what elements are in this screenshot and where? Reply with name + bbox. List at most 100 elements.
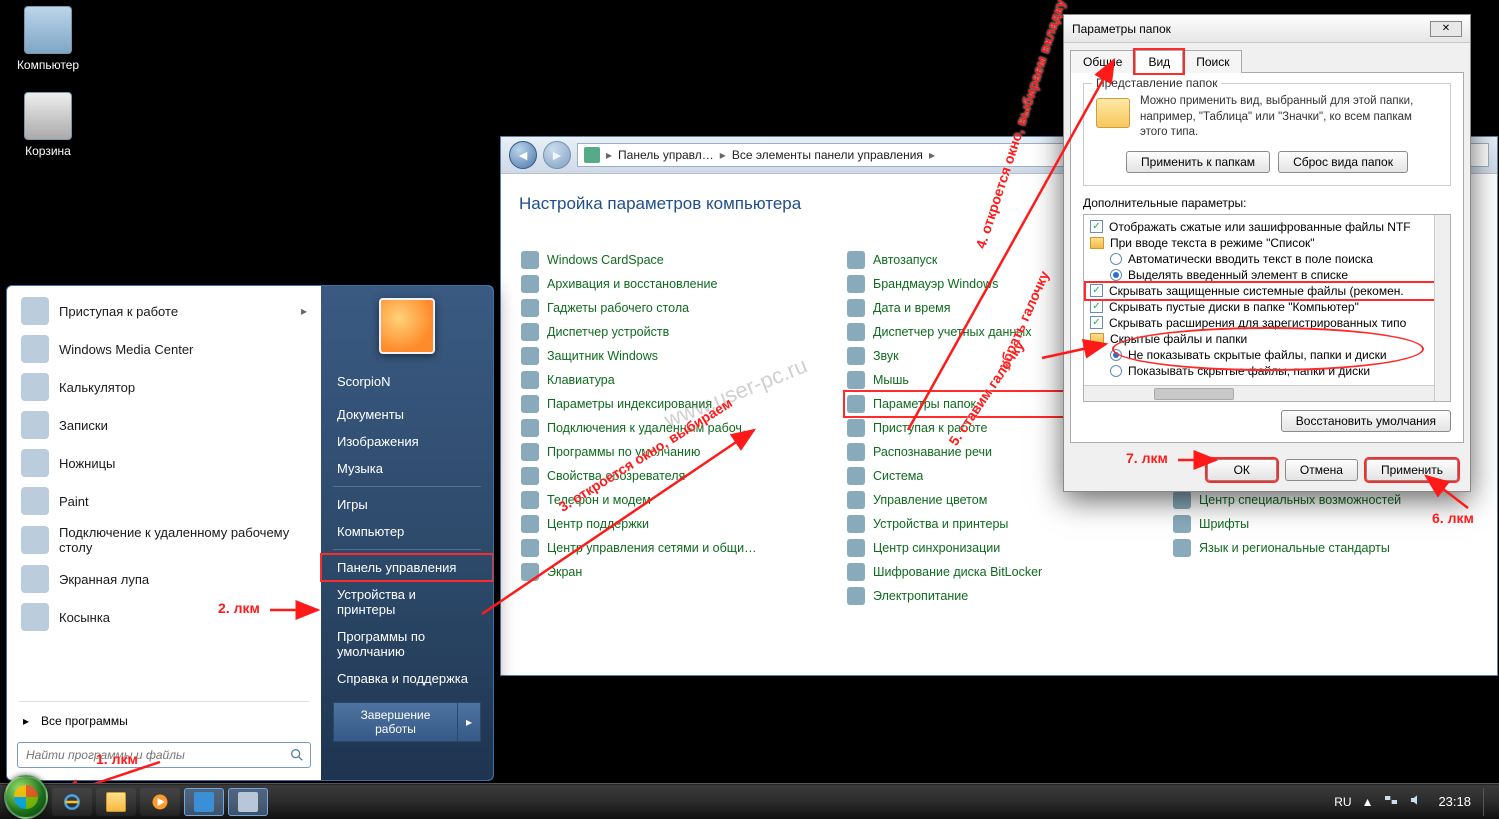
dialog-tab[interactable]: Вид — [1135, 50, 1183, 73]
control-panel-item[interactable]: Параметры индексирования — [519, 392, 827, 416]
control-panel-item[interactable]: Свойства обозревателя — [519, 464, 827, 488]
tray-lang[interactable]: RU — [1334, 795, 1351, 809]
start-menu-item[interactable]: Paint — [11, 482, 317, 520]
cp-item-icon — [521, 299, 539, 317]
tray-volume-icon[interactable] — [1409, 792, 1425, 811]
advanced-setting-row[interactable]: ✓ Скрывать защищенные системные файлы (ре… — [1086, 283, 1448, 299]
advanced-setting-row[interactable]: ✓Скрывать пустые диски в папке "Компьюте… — [1086, 299, 1448, 315]
start-menu-right-item[interactable]: Музыка — [321, 455, 493, 482]
control-panel-item[interactable]: Шрифты — [1171, 512, 1479, 536]
scrollbar-thumb[interactable] — [1154, 388, 1234, 400]
breadcrumb[interactable]: Панель управл… — [618, 148, 714, 162]
control-panel-item[interactable]: Программы по умолчанию — [519, 440, 827, 464]
checkbox[interactable]: ✓ — [1090, 300, 1103, 313]
taskbar-item-explorer[interactable] — [96, 788, 136, 816]
control-panel-item[interactable]: Подключения к удаленным рабоч… — [519, 416, 827, 440]
start-menu-item[interactable]: Экранная лупа — [11, 560, 317, 598]
start-menu-item[interactable]: Калькулятор — [11, 368, 317, 406]
start-menu-right-item[interactable]: Программы по умолчанию — [321, 623, 493, 665]
ok-button[interactable]: ОК — [1207, 459, 1277, 481]
radio[interactable] — [1110, 365, 1122, 377]
desktop-icon-computer[interactable]: Компьютер — [10, 6, 86, 72]
control-panel-item[interactable]: Управление цветом — [845, 488, 1153, 512]
checkbox[interactable]: ✓ — [1090, 316, 1103, 329]
taskbar-item-app[interactable] — [228, 788, 268, 816]
start-menu-right-item[interactable]: Изображения — [321, 428, 493, 455]
start-menu-right-item[interactable]: Справка и поддержка — [321, 665, 493, 692]
user-avatar[interactable] — [379, 298, 435, 354]
advanced-settings-list[interactable]: ✓Отображать сжатые или зашифрованные фай… — [1083, 214, 1451, 402]
control-panel-item[interactable]: Архивация и восстановление — [519, 272, 827, 296]
dialog-tab[interactable]: Поиск — [1183, 50, 1242, 73]
desktop-icon-trash[interactable]: Корзина — [10, 92, 86, 158]
control-panel-item[interactable]: Клавиатура — [519, 368, 827, 392]
apply-button[interactable]: Применить — [1366, 459, 1458, 481]
start-menu-item[interactable]: Записки — [11, 406, 317, 444]
tray-network-icon[interactable] — [1383, 792, 1399, 811]
control-panel-item[interactable]: Экран — [519, 560, 827, 584]
nav-back-button[interactable]: ◄ — [509, 141, 537, 169]
start-menu-right-item[interactable]: Игры — [321, 491, 493, 518]
advanced-setting-row[interactable]: ✓Скрывать расширения для зарегистрирован… — [1086, 315, 1448, 331]
radio[interactable] — [1110, 253, 1122, 265]
apply-to-folders-button[interactable]: Применить к папкам — [1126, 151, 1270, 173]
all-programs-button[interactable]: ▸ Все программы — [11, 706, 317, 736]
control-panel-item[interactable]: Гаджеты рабочего стола — [519, 296, 827, 320]
start-menu-item[interactable]: Ножницы — [11, 444, 317, 482]
start-menu-item[interactable]: Приступая к работе▸ — [11, 292, 317, 330]
folder-icon — [1090, 333, 1104, 345]
shutdown-options-button[interactable]: ▸ — [457, 702, 481, 742]
horizontal-scrollbar[interactable] — [1084, 385, 1434, 401]
close-button[interactable]: ✕ — [1430, 21, 1462, 37]
radio[interactable] — [1110, 349, 1122, 361]
start-menu-item[interactable]: Подключение к удаленному рабочему столу — [11, 520, 317, 560]
start-button[interactable] — [4, 775, 48, 819]
advanced-setting-row[interactable]: Автоматически вводить текст в поле поиск… — [1086, 251, 1448, 267]
vertical-scrollbar[interactable] — [1434, 215, 1450, 401]
control-panel-item[interactable]: Шифрование диска BitLocker — [845, 560, 1153, 584]
control-panel-item[interactable]: Телефон и модем — [519, 488, 827, 512]
tray-clock[interactable]: 23:18 — [1438, 794, 1471, 809]
start-menu-right-item[interactable]: Документы — [321, 401, 493, 428]
radio[interactable] — [1110, 269, 1122, 281]
start-user-name[interactable]: ScorpioN — [321, 368, 493, 395]
tray-flag-icon[interactable]: ▲ — [1362, 795, 1374, 809]
taskbar-item-wmp[interactable] — [140, 788, 180, 816]
control-panel-item[interactable]: Устройства и принтеры — [845, 512, 1153, 536]
taskbar-item-ie[interactable] — [52, 788, 92, 816]
advanced-setting-row[interactable]: Показывать скрытые файлы, папки и диски — [1086, 363, 1448, 379]
checkbox[interactable]: ✓ — [1090, 284, 1103, 297]
start-menu-right-item[interactable]: Панель управления — [321, 554, 493, 581]
start-menu-item[interactable]: Косынка — [11, 598, 317, 636]
cancel-button[interactable]: Отмена — [1285, 459, 1358, 481]
advanced-setting-row[interactable]: При вводе текста в режиме "Список" — [1086, 235, 1448, 251]
taskbar-item-app[interactable] — [184, 788, 224, 816]
start-menu-right-item[interactable]: Компьютер — [321, 518, 493, 545]
advanced-setting-row[interactable]: ✓Отображать сжатые или зашифрованные фай… — [1086, 219, 1448, 235]
checkbox[interactable]: ✓ — [1090, 220, 1103, 233]
start-search-input[interactable] — [17, 742, 311, 768]
control-panel-item[interactable]: Электропитание — [845, 584, 1153, 608]
advanced-setting-row[interactable]: Не показывать скрытые файлы, папки и дис… — [1086, 347, 1448, 363]
start-menu-right-item[interactable]: Устройства и принтеры — [321, 581, 493, 623]
restore-defaults-button[interactable]: Восстановить умолчания — [1281, 410, 1451, 432]
dialog-tab[interactable]: Общие — [1070, 50, 1135, 73]
control-panel-item[interactable]: Центр управления сетями и общи… — [519, 536, 827, 560]
nav-forward-button[interactable]: ► — [543, 141, 571, 169]
reset-folders-view-button[interactable]: Сброс вида папок — [1278, 151, 1408, 173]
control-panel-item[interactable]: Центр синхронизации — [845, 536, 1153, 560]
control-panel-item[interactable]: Диспетчер устройств — [519, 320, 827, 344]
start-menu-item[interactable]: Windows Media Center — [11, 330, 317, 368]
breadcrumb[interactable]: Все элементы панели управления — [732, 148, 923, 162]
control-panel-item[interactable]: Защитник Windows — [519, 344, 827, 368]
advanced-setting-row[interactable]: Скрытые файлы и папки — [1086, 331, 1448, 347]
shutdown-button[interactable]: Завершение работы — [333, 702, 457, 742]
control-panel-item[interactable]: Язык и региональные стандарты — [1171, 536, 1479, 560]
advanced-setting-row[interactable]: Выделять введенный элемент в списке — [1086, 267, 1448, 283]
app-icon — [21, 565, 49, 593]
control-panel-item[interactable]: Центр поддержки — [519, 512, 827, 536]
show-desktop-button[interactable] — [1483, 788, 1491, 816]
setting-label: Скрывать защищенные системные файлы (рек… — [1109, 284, 1404, 298]
control-panel-item[interactable]: Центр специальных возможностей — [1171, 488, 1479, 512]
control-panel-item[interactable]: Windows CardSpace — [519, 248, 827, 272]
